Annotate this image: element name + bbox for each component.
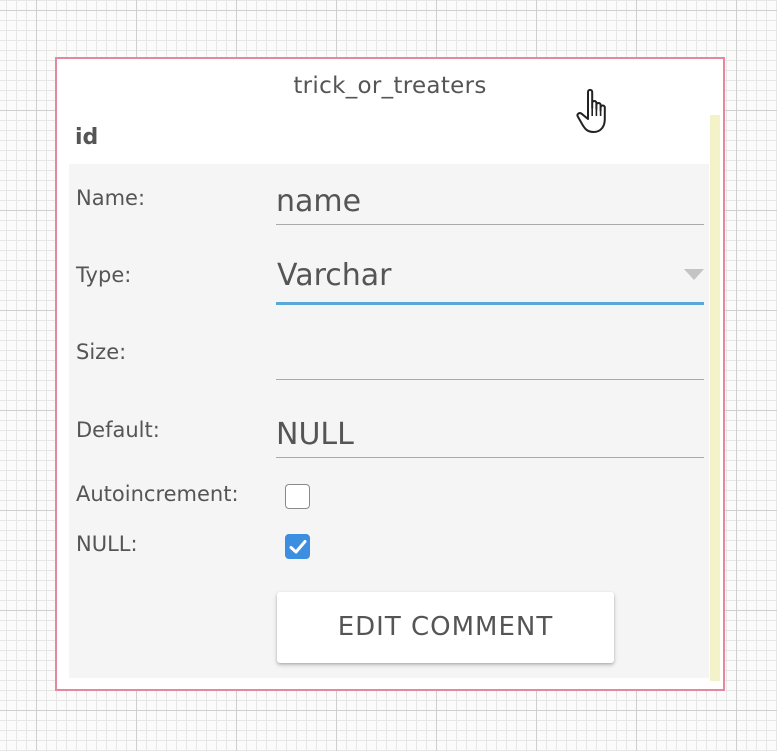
scrollbar[interactable]: [710, 115, 720, 681]
field-name[interactable]: id: [75, 125, 98, 150]
hand-pointer-icon: [576, 88, 606, 133]
type-select[interactable]: Varchar: [276, 252, 704, 305]
autoincrement-checkbox[interactable]: [285, 484, 310, 509]
name-label: Name:: [76, 186, 146, 210]
name-input[interactable]: [276, 179, 704, 225]
table-title[interactable]: trick_or_treaters: [57, 73, 723, 99]
null-checkbox[interactable]: [285, 534, 310, 559]
type-label: Type:: [76, 263, 132, 287]
size-input[interactable]: [276, 334, 704, 380]
null-label: NULL:: [76, 532, 138, 556]
caret-down-icon: [684, 269, 704, 280]
autoincrement-label: Autoincrement:: [76, 482, 239, 506]
check-icon: [289, 540, 307, 554]
edit-comment-button[interactable]: EDIT COMMENT: [277, 592, 614, 663]
default-input[interactable]: [276, 412, 704, 458]
size-label: Size:: [76, 340, 127, 364]
type-selected-value: Varchar: [277, 258, 392, 293]
default-label: Default:: [76, 418, 160, 442]
field-editor: Name: Type: Varchar Size: Default: Autoi…: [69, 164, 709, 678]
table-card[interactable]: trick_or_treaters id Name: Type: Varchar…: [55, 57, 725, 691]
